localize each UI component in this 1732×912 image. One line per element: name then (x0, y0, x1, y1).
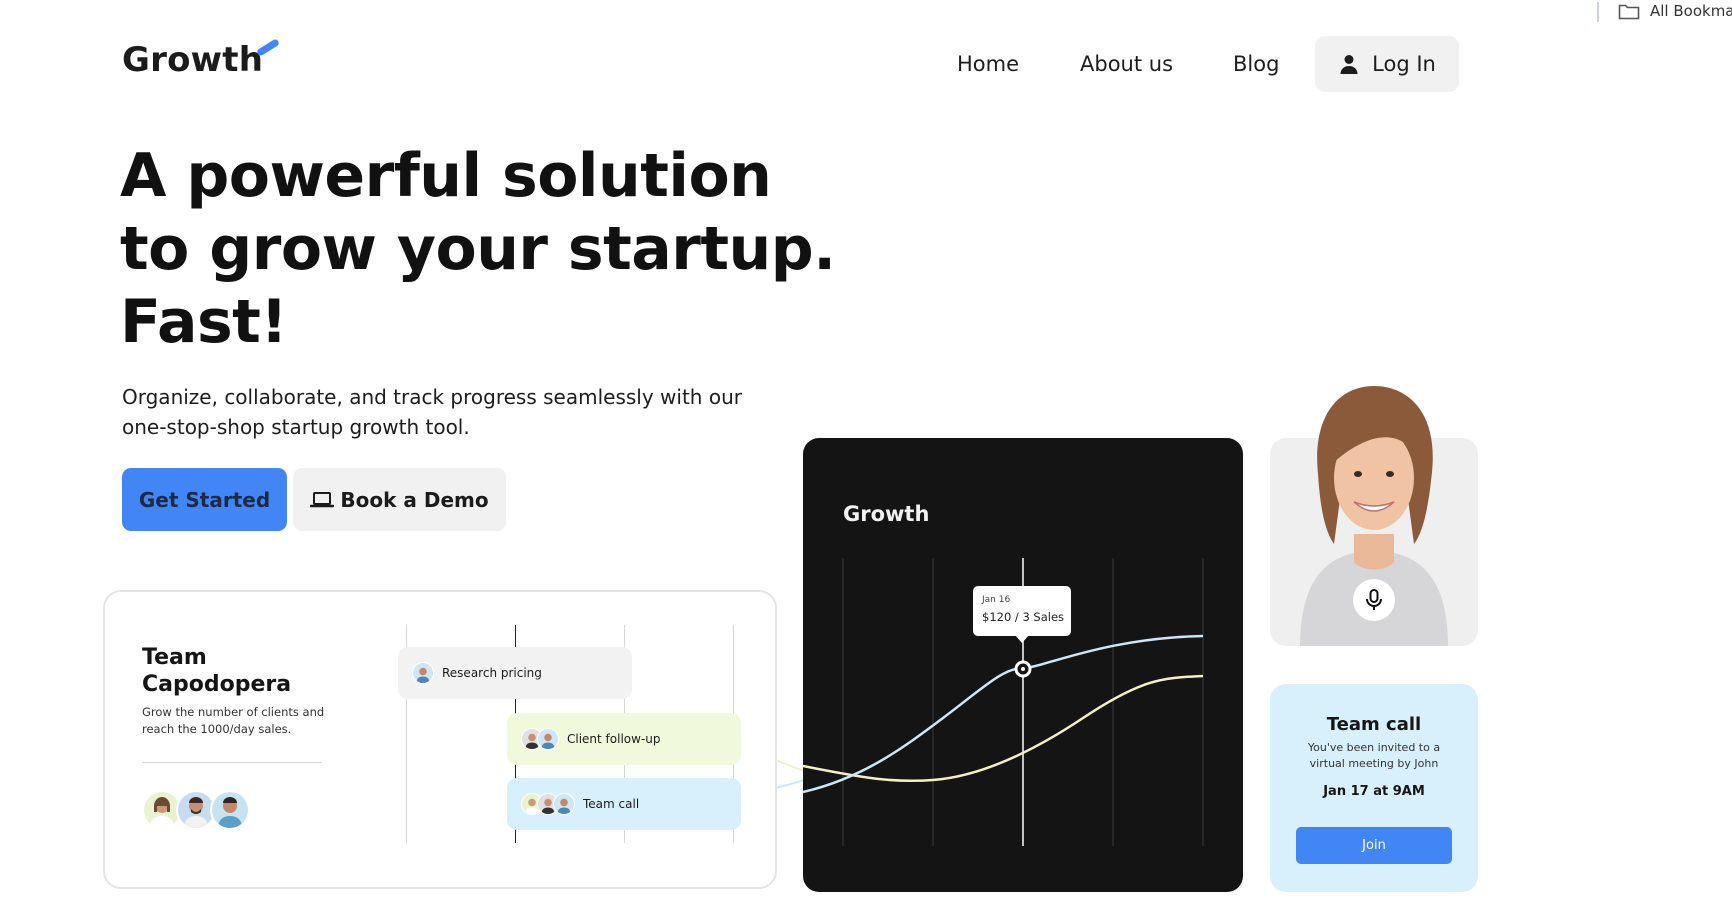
chart-series-cream (803, 674, 1204, 783)
team-divider (142, 762, 322, 763)
call-title: Team call (1326, 714, 1422, 735)
avatar (553, 793, 575, 815)
hero-title: A powerful solution to grow your startup… (120, 140, 840, 359)
hero-subtitle-line-1: Organize, collaborate, and track progres… (122, 385, 742, 409)
growth-chart-title: Growth (843, 502, 930, 526)
all-bookmarks-label: All Bookmark (1650, 2, 1732, 20)
book-demo-button[interactable]: Book a Demo (293, 468, 506, 531)
tooltip-date: Jan 16 (982, 595, 1011, 605)
growth-chart-card: Growth Jan 16 $120 / 3 Sales (803, 438, 1243, 892)
team-name: Team Capodopera (142, 644, 291, 698)
hero-subtitle-line-2: one-stop-shop startup growth tool. (122, 415, 470, 439)
team-avatars (142, 790, 250, 830)
team-name-line-1: Team (142, 645, 207, 670)
hero-title-line-2: to grow your startup. (120, 214, 836, 284)
task-label: Team call (583, 797, 640, 811)
folder-icon (1618, 4, 1640, 20)
task-client-follow-up[interactable]: Client follow-up (507, 713, 741, 765)
call-time: Jan 17 at 9AM (1323, 784, 1425, 799)
login-label: Log In (1372, 52, 1436, 76)
call-description: You've been invited to a virtual meeting… (1307, 741, 1441, 770)
microphone-button[interactable] (1353, 579, 1395, 621)
all-bookmarks-button[interactable]: All Bookmark (1618, 2, 1732, 20)
avatar (412, 662, 434, 684)
hero-title-line-3: Fast! (120, 287, 288, 357)
avatar (537, 728, 559, 750)
nav-blog-link[interactable]: Blog (1233, 52, 1279, 76)
avatar (210, 790, 250, 830)
task-team-call[interactable]: Team call (507, 778, 741, 830)
book-demo-label: Book a Demo (340, 487, 489, 512)
task-assignees (412, 662, 434, 684)
task-research-pricing[interactable]: Research pricing (398, 647, 632, 699)
hero-title-line-1: A powerful solution (120, 141, 772, 211)
user-icon (1340, 55, 1358, 74)
laptop-icon (310, 491, 335, 507)
task-label: Research pricing (442, 666, 542, 680)
bookmarks-separator (1597, 2, 1599, 22)
team-description: Grow the number of clients and reach the… (142, 705, 325, 736)
team-card: Team Capodopera Grow the number of clien… (103, 590, 777, 889)
team-call-card: Team call You've been invited to a virtu… (1270, 684, 1478, 892)
get-started-button[interactable]: Get Started (122, 468, 287, 531)
nav-home-link[interactable]: Home (957, 52, 1019, 76)
task-assignees (521, 728, 559, 750)
team-name-line-2: Capodopera (142, 672, 292, 697)
chart-series-blue (803, 634, 1204, 794)
tooltip-value: $120 / 3 Sales (982, 610, 1065, 624)
chart-highlight-dot (1021, 667, 1025, 671)
login-button[interactable]: Log In (1315, 36, 1459, 92)
hero-subtitle: Organize, collaborate, and track progres… (122, 382, 782, 442)
caller-photo-card (1270, 386, 1478, 646)
chart-tooltip: Jan 16 $120 / 3 Sales (973, 586, 1071, 643)
task-label: Client follow-up (567, 732, 661, 746)
nav-about-link[interactable]: About us (1080, 52, 1173, 76)
logo-text[interactable]: Growth (122, 40, 263, 80)
microphone-icon (1366, 589, 1382, 610)
task-assignees (521, 793, 575, 815)
join-call-button[interactable]: Join (1296, 827, 1452, 864)
